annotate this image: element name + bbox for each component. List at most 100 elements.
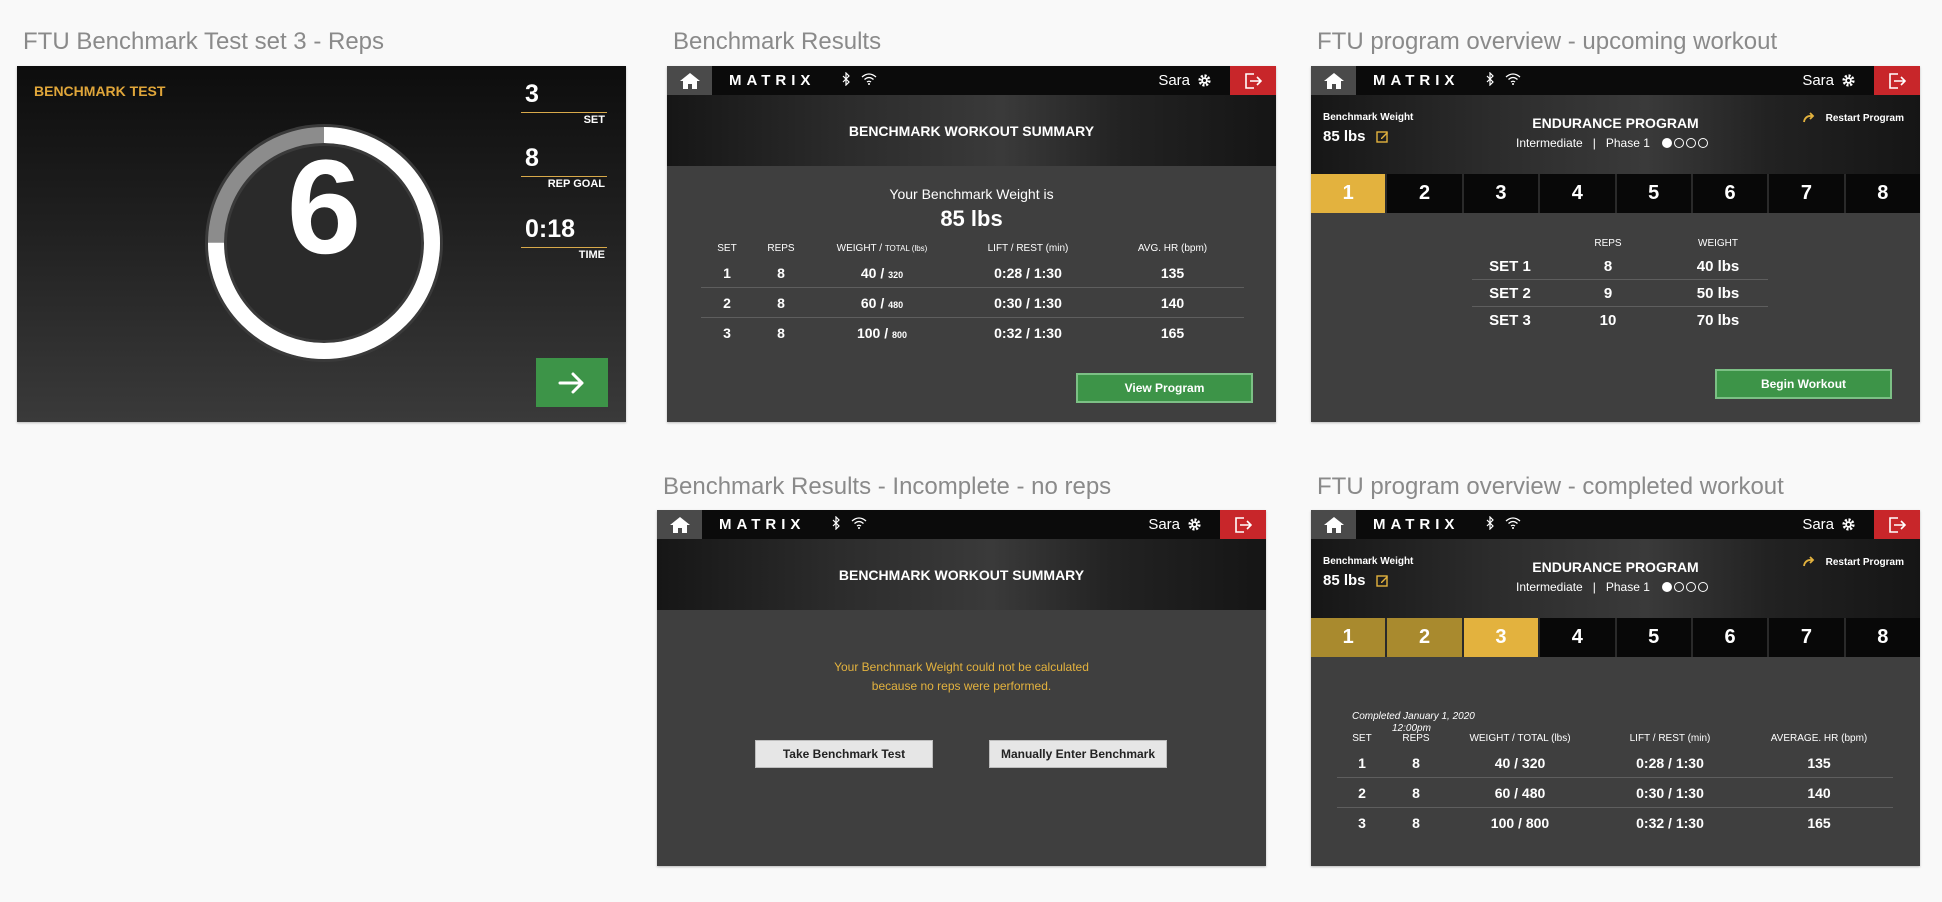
user-name[interactable]: Sara	[1802, 72, 1834, 89]
take-benchmark-button[interactable]: Take Benchmark Test	[755, 740, 933, 768]
workout-tab-1[interactable]: 1	[1311, 618, 1386, 657]
phase-dot	[1662, 582, 1672, 592]
workout-tab-2[interactable]: 2	[1385, 618, 1462, 657]
col-lift-rest: LIFT / REST (min)	[987, 243, 1069, 254]
home-icon	[1323, 72, 1344, 89]
completed-screen: MATRIX Sara Benchmark Weight 85 lbs ENDU…	[1311, 510, 1920, 866]
home-button[interactable]	[1311, 510, 1356, 539]
cell-weight: 100 / 800	[856, 325, 908, 341]
cell-weight: 40 / 320	[860, 265, 904, 281]
cell-lift-rest: 0:30 / 1:30	[1636, 785, 1704, 801]
manual-benchmark-button[interactable]: Manually Enter Benchmark	[989, 740, 1167, 768]
incomplete-screen: MATRIX Sara BENCHMARK WORKOUT SUMMARY Yo…	[657, 510, 1266, 866]
workout-tab-3[interactable]: 3	[1461, 174, 1538, 213]
cell-set: 3	[723, 325, 731, 341]
home-icon	[679, 72, 700, 89]
col-lift-rest: LIFT / REST (min)	[1629, 733, 1711, 744]
cell-lift-rest: 0:30 / 1:30	[994, 295, 1062, 311]
cell-reps: 8	[1412, 785, 1420, 801]
phase-dot	[1662, 138, 1672, 148]
table-header: SET REPS WEIGHT / TOTAL (lbs) LIFT / RES…	[701, 239, 1244, 258]
table-row: SET 1 8 40 lbs	[1472, 253, 1768, 280]
logout-icon	[1889, 516, 1906, 533]
bluetooth-icon	[1486, 516, 1494, 530]
edit-icon[interactable]	[1376, 130, 1389, 143]
workout-tabs: 1 2 3 4 5 6 7 8	[1311, 618, 1920, 657]
edit-icon[interactable]	[1376, 574, 1389, 587]
sets-table: REPS WEIGHT SET 1 8 40 lbs SET 2 9 50 lb…	[1472, 234, 1768, 333]
cell-weight: 50 lbs	[1696, 285, 1740, 302]
phase-dot	[1698, 138, 1708, 148]
next-button[interactable]	[536, 358, 608, 407]
workout-tab-8[interactable]: 8	[1843, 174, 1920, 213]
table-row: 1 8 40 / 320 0:28 / 1:30 135	[701, 258, 1244, 288]
gear-icon[interactable]	[1187, 517, 1202, 532]
user-name[interactable]: Sara	[1802, 516, 1834, 533]
cell-lift-rest: 0:32 / 1:30	[994, 325, 1062, 341]
cell-reps: 8	[777, 325, 785, 341]
workout-tab-7[interactable]: 7	[1767, 174, 1843, 213]
home-button[interactable]	[657, 510, 702, 539]
program-banner	[1311, 539, 1920, 618]
workout-tab-8[interactable]: 8	[1843, 618, 1920, 657]
gear-icon[interactable]	[1841, 73, 1856, 88]
arrow-right-icon	[558, 372, 584, 393]
restart-program-button[interactable]: Restart Program	[1802, 556, 1904, 568]
matrix-logo: MATRIX	[1373, 516, 1460, 533]
workout-tab-5[interactable]: 5	[1614, 174, 1691, 213]
cell-hr: 165	[1160, 325, 1185, 341]
gear-icon[interactable]	[1841, 517, 1856, 532]
table-row: SET 3 10 70 lbs	[1472, 307, 1768, 334]
frame-title-upcoming: FTU program overview - upcoming workout	[1317, 28, 1778, 55]
cell-reps: 8	[1412, 815, 1420, 831]
upcoming-screen: MATRIX Sara Benchmark Weight 85 lbs ENDU…	[1311, 66, 1920, 422]
restart-program-button[interactable]: Restart Program	[1802, 112, 1904, 124]
cell-set: SET 2	[1489, 285, 1531, 302]
top-bar: MATRIX Sara	[657, 510, 1266, 539]
workout-tab-2[interactable]: 2	[1385, 174, 1461, 213]
user-name[interactable]: Sara	[1148, 516, 1180, 533]
matrix-logo: MATRIX	[1373, 72, 1460, 89]
logout-button[interactable]	[1220, 510, 1266, 539]
cell-hr: 165	[1807, 815, 1831, 831]
table-row: 3 8 100 / 800 0:32 / 1:30 165	[701, 318, 1244, 348]
view-program-button[interactable]: View Program	[1076, 373, 1253, 403]
summary-title: BENCHMARK WORKOUT SUMMARY	[848, 123, 1095, 139]
workout-tab-6[interactable]: 6	[1690, 618, 1767, 657]
logout-button[interactable]	[1874, 66, 1920, 95]
phase-dot	[1686, 138, 1696, 148]
col-weight: WEIGHT / TOTAL (lbs)	[1469, 733, 1571, 744]
benchmark-weight-value: 85 lbs	[940, 206, 1003, 231]
workout-tab-6[interactable]: 6	[1690, 174, 1767, 213]
gear-icon[interactable]	[1197, 73, 1212, 88]
logout-button[interactable]	[1874, 510, 1920, 539]
home-button[interactable]	[1311, 66, 1356, 95]
workout-tab-4[interactable]: 4	[1538, 174, 1614, 213]
begin-workout-button[interactable]: Begin Workout	[1715, 369, 1892, 399]
user-name[interactable]: Sara	[1158, 72, 1190, 89]
workout-tab-1[interactable]: 1	[1311, 174, 1386, 213]
workout-tab-7[interactable]: 7	[1767, 618, 1843, 657]
completed-table: SET REPS WEIGHT / TOTAL (lbs) LIFT / RES…	[1337, 729, 1893, 837]
phase-dot	[1686, 582, 1696, 592]
home-button[interactable]	[667, 66, 712, 95]
cell-reps: 9	[1603, 285, 1613, 302]
top-bar: MATRIX Sara	[667, 66, 1276, 95]
cell-hr: 135	[1160, 265, 1185, 281]
banner: BENCHMARK WORKOUT SUMMARY	[657, 539, 1266, 610]
col-weight: WEIGHT / TOTAL (lbs)	[836, 243, 928, 254]
col-avg-hr: AVG. HR (bpm)	[1137, 243, 1208, 254]
workout-tab-4[interactable]: 4	[1538, 618, 1614, 657]
home-icon	[669, 516, 690, 533]
cell-reps: 8	[1412, 755, 1420, 771]
workout-tab-3[interactable]: 3	[1461, 618, 1539, 657]
cell-reps: 8	[1603, 258, 1613, 275]
cell-reps: 8	[777, 265, 785, 281]
restart-icon	[1802, 556, 1814, 567]
table-header: SET REPS WEIGHT / TOTAL (lbs) LIFT / RES…	[1337, 729, 1893, 748]
cell-weight: 100 / 800	[1490, 815, 1550, 831]
workout-tab-5[interactable]: 5	[1614, 618, 1691, 657]
logout-button[interactable]	[1230, 66, 1276, 95]
time-value: 0:18	[525, 215, 576, 243]
frame-title-incomplete: Benchmark Results - Incomplete - no reps	[663, 473, 1112, 500]
